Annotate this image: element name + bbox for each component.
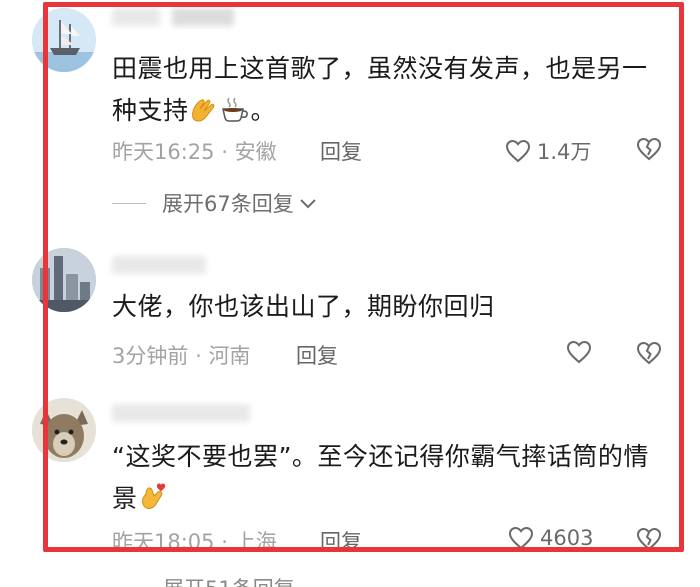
expand-replies-button-partial[interactable]: 展开51条回复 — [163, 573, 295, 587]
meta-separator: · — [195, 344, 202, 368]
hot-coffee-icon — [219, 95, 251, 137]
user-badge-blurred — [172, 8, 234, 26]
username-blurred[interactable] — [112, 256, 206, 274]
comment-screenshot: 田震也用上这首歌了，虽然没有发声，也是另一种支持 。 昨天16:25 · 安徽 … — [0, 0, 700, 587]
comment-location: 上海 — [234, 530, 277, 554]
avatar-wolf-image — [32, 398, 96, 462]
dislike-button[interactable] — [636, 341, 662, 369]
heart-icon — [566, 340, 592, 364]
broken-heart-icon — [636, 341, 662, 365]
dislike-button[interactable] — [636, 527, 662, 555]
avatar[interactable] — [32, 248, 96, 312]
expand-replies-button[interactable]: 展开67条回复 — [112, 188, 318, 218]
meta-separator: · — [221, 530, 228, 554]
comment-time: 3分钟前 — [112, 344, 189, 368]
heart-icon — [505, 139, 531, 163]
comment-text-trailing: 。 — [250, 96, 277, 125]
reply-button[interactable]: 回复 — [296, 340, 338, 370]
avatar-city-image — [32, 248, 96, 312]
reply-button[interactable]: 回复 — [320, 526, 362, 556]
dislike-button[interactable] — [636, 137, 662, 165]
like-button[interactable]: 4603 — [508, 526, 593, 550]
comment-meta: 昨天16:25 · 安徽 — [112, 136, 277, 166]
broken-heart-icon — [636, 527, 662, 551]
like-button[interactable]: 1.4万 — [505, 136, 591, 166]
like-count: 1.4万 — [537, 140, 592, 164]
avatar[interactable] — [32, 398, 96, 462]
expand-replies-label: 展开67条回复 — [162, 192, 294, 216]
comment-meta: 昨天18:05 · 上海 — [112, 526, 277, 556]
clapping-hands-icon — [189, 95, 219, 137]
username-blurred[interactable] — [112, 404, 250, 422]
expand-divider — [112, 202, 146, 204]
reply-button[interactable]: 回复 — [320, 136, 362, 166]
comment-text: 大佬，你也该出山了，期盼你回归 — [112, 286, 662, 328]
finger-heart-icon — [138, 482, 166, 525]
comment-location: 安徽 — [234, 140, 277, 164]
comment-text-content: 大佬，你也该出山了，期盼你回归 — [112, 292, 495, 321]
comment-time: 昨天18:05 — [112, 530, 215, 554]
avatar-ship-image — [32, 8, 96, 72]
like-button[interactable] — [566, 340, 598, 364]
avatar[interactable] — [32, 8, 96, 72]
comment-location: 河南 — [208, 344, 251, 368]
meta-separator: · — [221, 140, 228, 164]
username-blurred[interactable] — [112, 8, 160, 26]
chevron-down-icon — [300, 199, 316, 209]
like-count: 4603 — [540, 526, 594, 550]
comment-time: 昨天16:25 — [112, 140, 215, 164]
comment-text-content: “这奖不要也罢”。至今还记得你霸气摔话筒的情景 — [112, 442, 649, 513]
comment-text: 田震也用上这首歌了，虽然没有发声，也是另一种支持 。 — [112, 48, 662, 137]
broken-heart-icon — [636, 137, 662, 161]
comment-meta: 3分钟前 · 河南 — [112, 340, 250, 370]
heart-icon — [508, 526, 534, 550]
comment-text: “这奖不要也罢”。至今还记得你霸气摔话筒的情景 — [112, 436, 662, 525]
